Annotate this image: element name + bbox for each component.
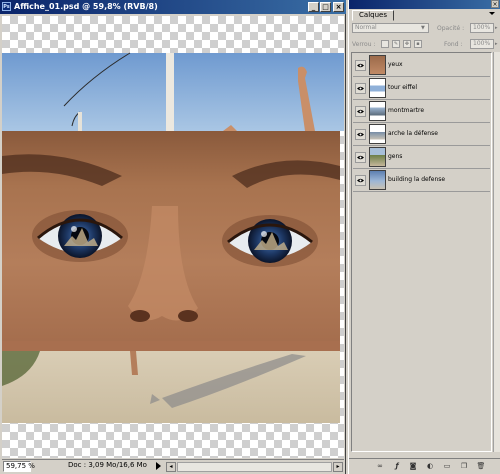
close-button[interactable]: × [333,2,344,12]
lock-move-icon[interactable]: ✥ [403,40,411,48]
new-layer-icon[interactable]: ❐ [459,462,469,471]
eye-icon[interactable] [355,175,366,186]
layer-thumbnail [369,170,386,190]
layer-style-icon[interactable]: ƒ [392,462,402,471]
maximize-button[interactable]: □ [320,2,331,12]
layer-name: arche la défense [388,130,438,137]
layer-row-tour-eiffel[interactable]: tour eiffel [353,77,490,100]
layers-palette: × Calques Normal ▼ Opacité : 100% ▸ Verr… [348,0,500,474]
horizontal-scrollbar[interactable] [177,462,332,472]
link-icon[interactable]: ∞ [375,462,385,471]
eye-icon[interactable] [355,129,366,140]
layer-thumbnail [369,55,386,75]
opacity-field[interactable]: 100% [470,23,494,33]
scroll-left-icon[interactable]: ◂ [166,462,176,472]
status-bar: 59,75 % Doc : 3,09 Mo/16,6 Mo ◂ ▸ [2,459,344,473]
lock-transparency-icon[interactable] [381,40,389,48]
layer-thumbnail [369,124,386,144]
fill-arrow-icon[interactable]: ▸ [495,41,498,47]
image-canvas[interactable] [2,16,344,458]
photoshop-document-icon: Ps [2,2,11,11]
palette-bottom-bar: ∞ ƒ ◙ ◐ ▭ ❐ 🗑 [349,458,500,474]
eye-icon[interactable] [355,152,366,163]
folder-icon[interactable]: ▭ [442,462,452,471]
eye-icon[interactable] [355,83,366,94]
layers-list: yeux tour eiffel montmartre arche la déf… [351,52,492,452]
minimize-button[interactable]: _ [308,2,319,12]
lock-all-icon[interactable]: ▪ [414,40,422,48]
document-title-bar[interactable]: Ps Affiche_01.psd @ 59,8% (RVB/8) _ □ × [0,0,346,14]
adjustment-icon[interactable]: ◐ [425,462,435,471]
lock-label: Verrou : [352,41,376,48]
layer-name: yeux [388,61,403,68]
zoom-field[interactable]: 59,75 % [3,461,35,472]
layer-name: gens [388,153,403,160]
layer-row-gens[interactable]: gens [353,146,490,169]
palette-menu-icon[interactable] [489,12,495,15]
chevron-down-icon: ▼ [421,25,425,31]
layer-row-building-la-defense[interactable]: building la defense [353,169,490,192]
layer-row-montmartre[interactable]: montmartre [353,100,490,123]
layer-thumbnail [369,78,386,98]
layer-name: tour eiffel [388,84,418,91]
palette-title-bar[interactable]: × [349,0,500,9]
trash-icon[interactable]: 🗑 [476,462,486,471]
eye-icon[interactable] [355,60,366,71]
status-menu-arrow-icon[interactable] [156,462,161,470]
document-title: Affiche_01.psd @ 59,8% (RVB/8) [14,2,158,11]
scroll-right-icon[interactable]: ▸ [333,462,343,472]
layer-thumbnail [369,101,386,121]
document-window: Ps Affiche_01.psd @ 59,8% (RVB/8) _ □ × [0,0,346,474]
lock-paint-icon[interactable]: ✎ [392,40,400,48]
layer-name: building la defense [388,176,446,183]
eye-icon[interactable] [355,106,366,117]
palette-close-icon[interactable]: × [491,0,499,8]
fill-label: Fond : [444,41,463,48]
blend-mode-select[interactable]: Normal [352,23,429,33]
layers-scrollbar[interactable] [493,52,500,452]
fill-field[interactable]: 100% [470,39,494,49]
mask-icon[interactable]: ◙ [408,462,418,471]
layer-row-arche-la-defense[interactable]: arche la défense [353,123,490,146]
opacity-arrow-icon[interactable]: ▸ [495,25,498,31]
layer-name: montmartre [388,107,425,114]
poster-artwork [2,52,344,423]
opacity-label: Opacité : [437,25,465,32]
layer-row-yeux[interactable]: yeux [353,54,490,77]
document-size-info: Doc : 3,09 Mo/16,6 Mo [64,461,160,472]
tab-calques[interactable]: Calques [352,10,394,21]
layer-thumbnail [369,147,386,167]
